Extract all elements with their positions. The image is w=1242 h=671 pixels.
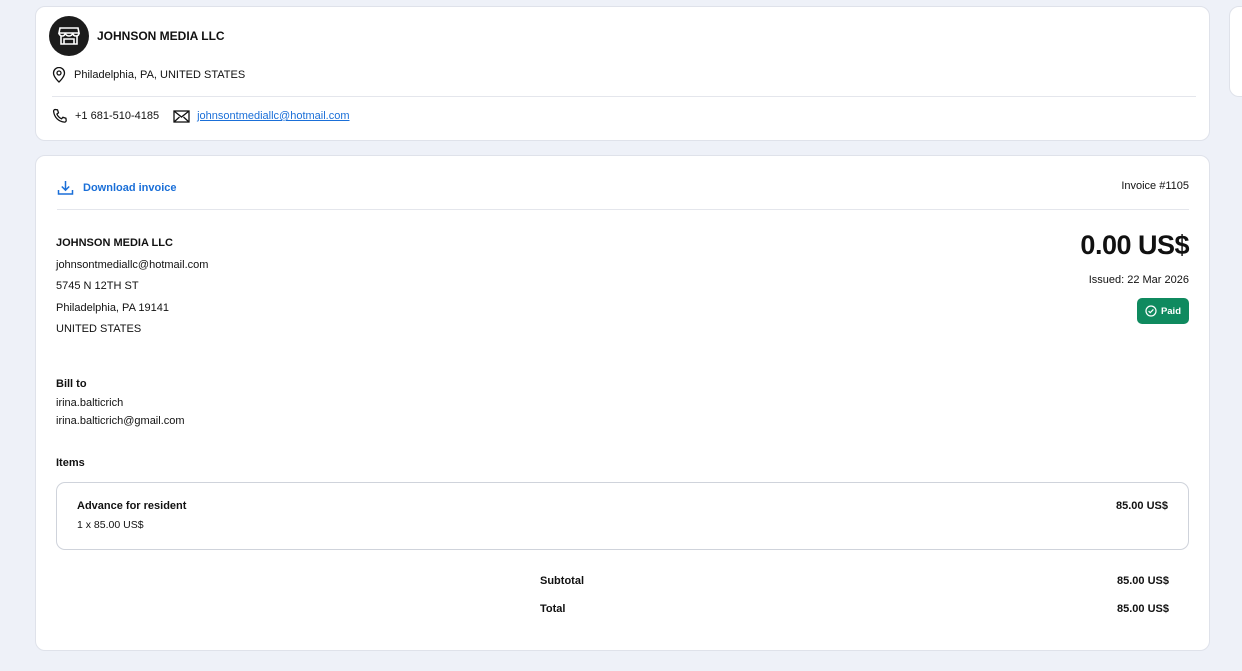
status-badge: Paid: [1136, 298, 1189, 324]
from-street: 5745 N 12TH ST: [56, 280, 139, 293]
from-email: johnsontmediallc@hotmail.com: [56, 258, 209, 271]
merchant-phone[interactable]: +1 681-510-4185: [75, 110, 159, 122]
merchant-card: JOHNSON MEDIA LLC Philadelphia, PA, UNIT…: [35, 6, 1210, 141]
merchant-location-text: Philadelphia, PA, UNITED STATES: [74, 69, 246, 81]
from-name: JOHNSON MEDIA LLC: [56, 237, 173, 249]
bill-to-name: irina.balticrich: [56, 396, 124, 409]
merchant-location: Philadelphia, PA, UNITED STATES: [52, 67, 245, 83]
subtotal-value: 85.00 US$: [1117, 575, 1169, 587]
phone-icon: [52, 108, 67, 123]
merchant-name: JOHNSON MEDIA LLC: [97, 29, 225, 43]
invoice-number: Invoice #1105: [1121, 180, 1189, 192]
item-name: Advance for resident: [77, 500, 187, 512]
total-row: Total 85.00 US$: [540, 603, 1169, 615]
invoice-issued-date: Issued: 22 Mar 2026: [1088, 274, 1189, 286]
item-qty-price: 1 x 85.00 US$: [77, 519, 144, 531]
subtotal-label: Subtotal: [540, 575, 584, 587]
merchant-email-link[interactable]: johnsontmediallc@hotmail.com: [197, 110, 349, 122]
total-value: 85.00 US$: [1117, 603, 1169, 615]
divider: [57, 209, 1189, 210]
bill-to: Bill to irina.balticrich irina.balticric…: [56, 375, 185, 431]
bill-to-label: Bill to: [56, 378, 87, 390]
map-pin-icon: [52, 67, 66, 83]
download-icon: [57, 181, 74, 195]
item-total: 85.00 US$: [1116, 500, 1168, 512]
from-city: Philadelphia, PA 19141: [56, 301, 169, 314]
bill-to-email: irina.balticrich@gmail.com: [56, 415, 185, 427]
status-badge-label: Paid: [1160, 305, 1181, 317]
invoice-card: Download invoice Invoice #1105 JOHNSON M…: [35, 155, 1210, 651]
from-country: UNITED STATES: [56, 323, 142, 336]
invoice-from: JOHNSON MEDIA LLC johnsontmediallc@hotma…: [56, 233, 208, 341]
download-invoice-button[interactable]: Download invoice: [57, 179, 177, 196]
total-label: Total: [540, 603, 566, 615]
check-circle-icon: [1145, 305, 1157, 317]
subtotal-row: Subtotal 85.00 US$: [540, 575, 1169, 587]
download-invoice-label: Download invoice: [83, 181, 177, 194]
merchant-contact: +1 681-510-4185 johnsontmediallc@hotmail…: [52, 108, 350, 124]
storefront-icon: [58, 27, 80, 45]
items-label: Items: [56, 457, 85, 469]
list-item: Advance for resident 1 x 85.00 US$ 85.00…: [56, 482, 1189, 550]
side-card: [1229, 6, 1242, 97]
envelope-icon: [173, 109, 190, 123]
divider: [52, 96, 1196, 97]
invoice-amount: 0.00 US$: [1080, 230, 1189, 260]
merchant-avatar: [49, 16, 89, 56]
